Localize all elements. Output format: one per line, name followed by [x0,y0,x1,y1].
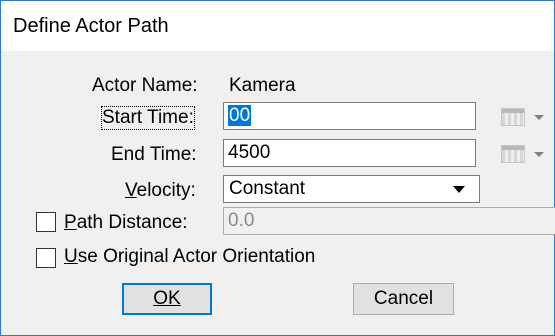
actor-name-label: Actor Name: [92,75,198,96]
start-time-input[interactable]: 00 [223,102,476,130]
calendar-icon [501,145,525,163]
ok-button[interactable]: OK [122,283,212,315]
dialog-title: Define Actor Path [13,15,169,37]
velocity-value: Constant [229,178,306,199]
path-distance-input[interactable]: 0.0 [223,207,555,235]
end-time-calendar-button[interactable] [501,142,547,168]
velocity-label-text: elocity: [136,180,196,201]
chevron-down-icon [534,115,544,120]
use-original-orientation-checkbox[interactable] [36,248,56,268]
use-original-orientation-label-text: se Original Actor Orientation [77,246,316,267]
ok-button-label: OK [153,288,181,309]
start-time-calendar-button[interactable] [501,105,547,131]
velocity-label: Velocity: [125,180,196,201]
dialog-window: Define Actor Path Actor Name: Kamera Sta… [0,0,555,336]
chevron-down-icon [453,186,465,193]
start-time-label: Start Time: [101,106,195,130]
end-time-input[interactable]: 4500 [223,139,476,167]
calendar-icon [501,108,525,126]
use-original-orientation-label: Use Original Actor Orientation [64,246,316,267]
path-distance-label: Path Distance: [64,212,188,233]
path-distance-checkbox[interactable] [36,212,56,232]
end-time-label: End Time: [111,144,197,165]
path-distance-value: 0.0 [228,210,255,231]
cancel-button[interactable]: Cancel [353,283,454,315]
cancel-button-label: Cancel [373,288,434,309]
end-time-value: 4500 [228,142,271,163]
actor-name-value: Kamera [229,75,296,96]
start-time-value: 00 [228,105,252,126]
velocity-select[interactable]: Constant [223,175,480,203]
chevron-down-icon [534,152,544,157]
path-distance-label-text: ath Distance: [76,212,188,233]
title-bar: Define Actor Path [1,1,554,51]
